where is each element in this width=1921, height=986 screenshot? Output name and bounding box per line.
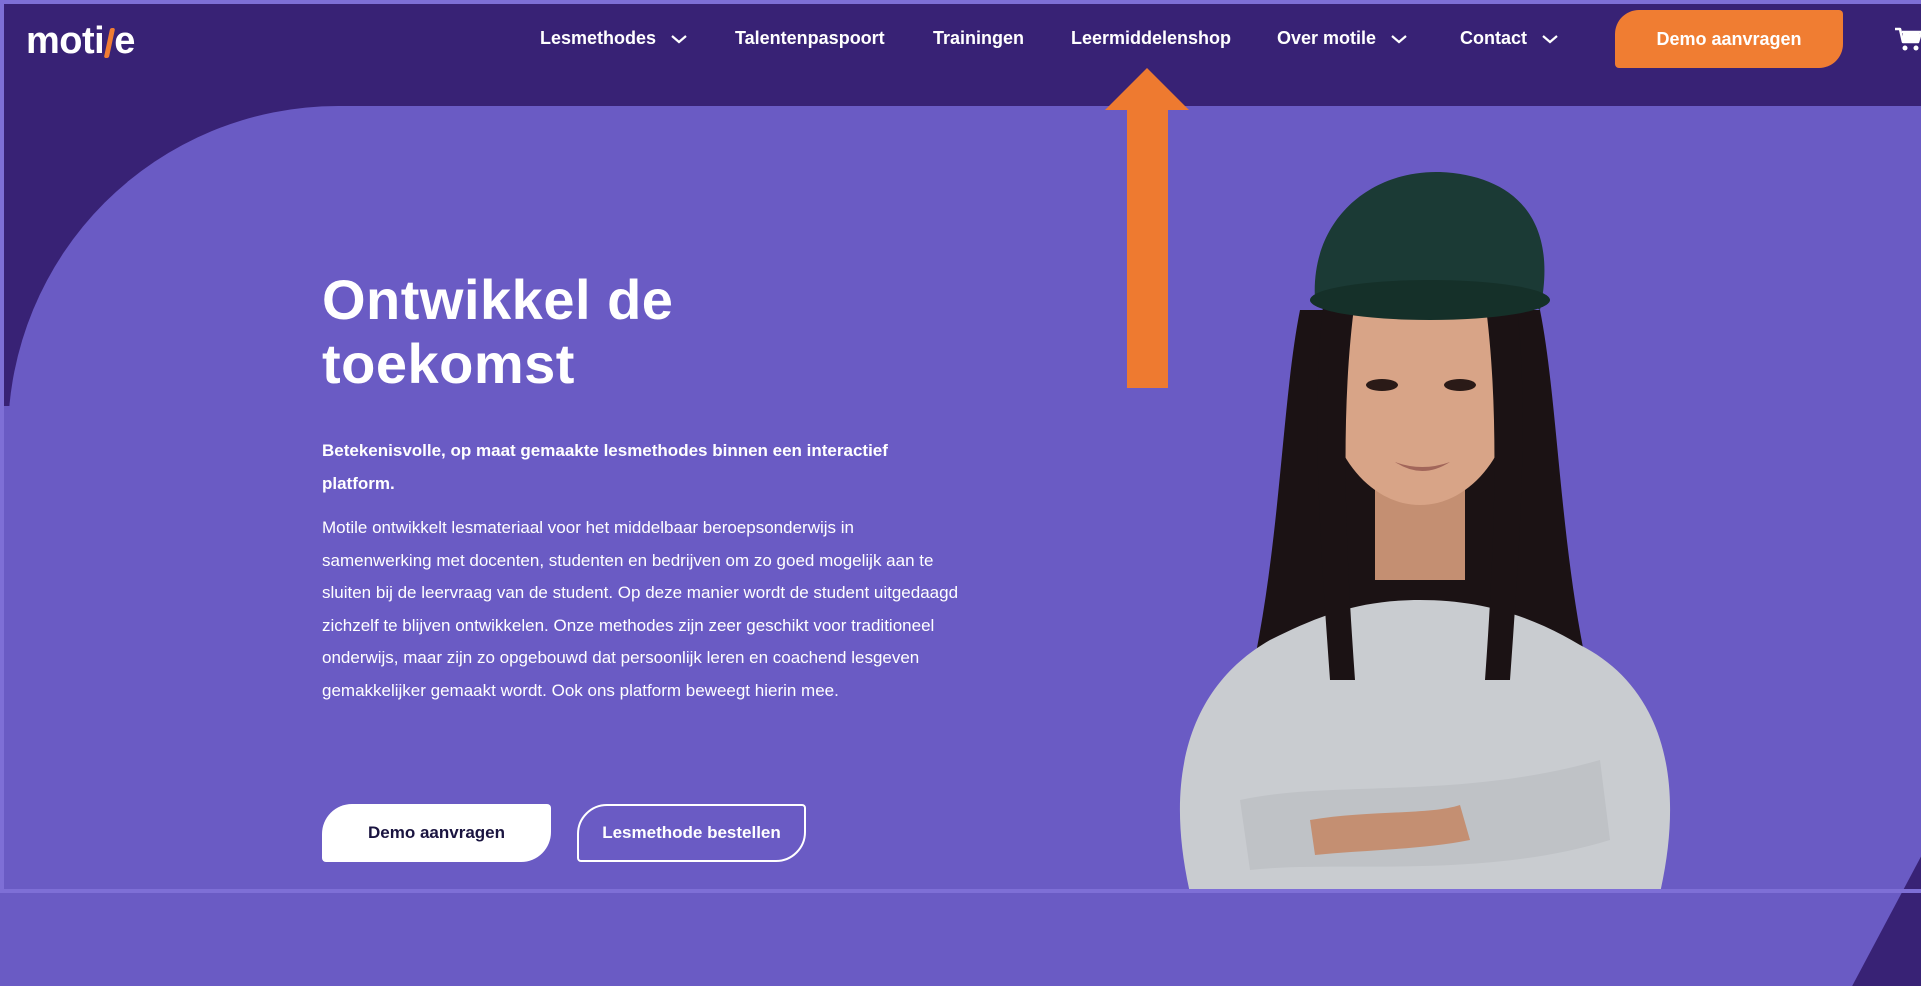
nav-item-over-motile[interactable]: Over motile [1277,28,1408,49]
nav-item-talentenpaspoort[interactable]: Talentenpaspoort [735,28,885,49]
nav-item-label: Over motile [1277,28,1377,48]
chevron-down-icon [1391,34,1407,43]
demo-aanvragen-button[interactable]: Demo aanvragen [322,804,551,862]
nav-item-trainingen[interactable]: Trainingen [933,28,1024,49]
nav-item-label: Talentenpaspoort [735,28,885,48]
logo-text-suffix: e [114,20,135,62]
nav-item-lesmethodes[interactable]: Lesmethodes [540,28,688,49]
hero-content: Ontwikkel de toekomst Betekenisvolle, op… [322,268,962,708]
nav-item-label: Contact [1460,28,1527,48]
motile-logo[interactable]: moti e [26,20,135,63]
chevron-down-icon [1542,34,1558,43]
logo-text-prefix: moti [26,20,105,62]
hero-body-text: Motile ontwikkelt lesmateriaal voor het … [322,518,959,700]
hero-corner-cut [1852,776,1921,986]
chevron-down-icon [671,34,687,43]
nav-item-leermiddelenshop[interactable]: Leermiddelenshop [1071,28,1231,49]
hero-title: Ontwikkel de toekomst [322,268,962,396]
lesmethode-bestellen-button[interactable]: Lesmethode bestellen [577,804,806,862]
student-photo [1179,171,1671,893]
cart-icon[interactable] [1893,24,1921,54]
hero-title-line1: Ontwikkel de [322,268,674,331]
nav-item-label: Leermiddelenshop [1071,28,1232,48]
nav-item-contact[interactable]: Contact [1460,28,1559,49]
hero-title-line2: toekomst [322,332,575,395]
nav-item-label: Trainingen [933,28,1025,48]
hero-lead: Betekenisvolle, op maat gemaakte lesmeth… [322,441,888,493]
nav-item-label: Lesmethodes [540,28,657,48]
demo-aanvragen-header-button[interactable]: Demo aanvragen [1615,10,1843,68]
